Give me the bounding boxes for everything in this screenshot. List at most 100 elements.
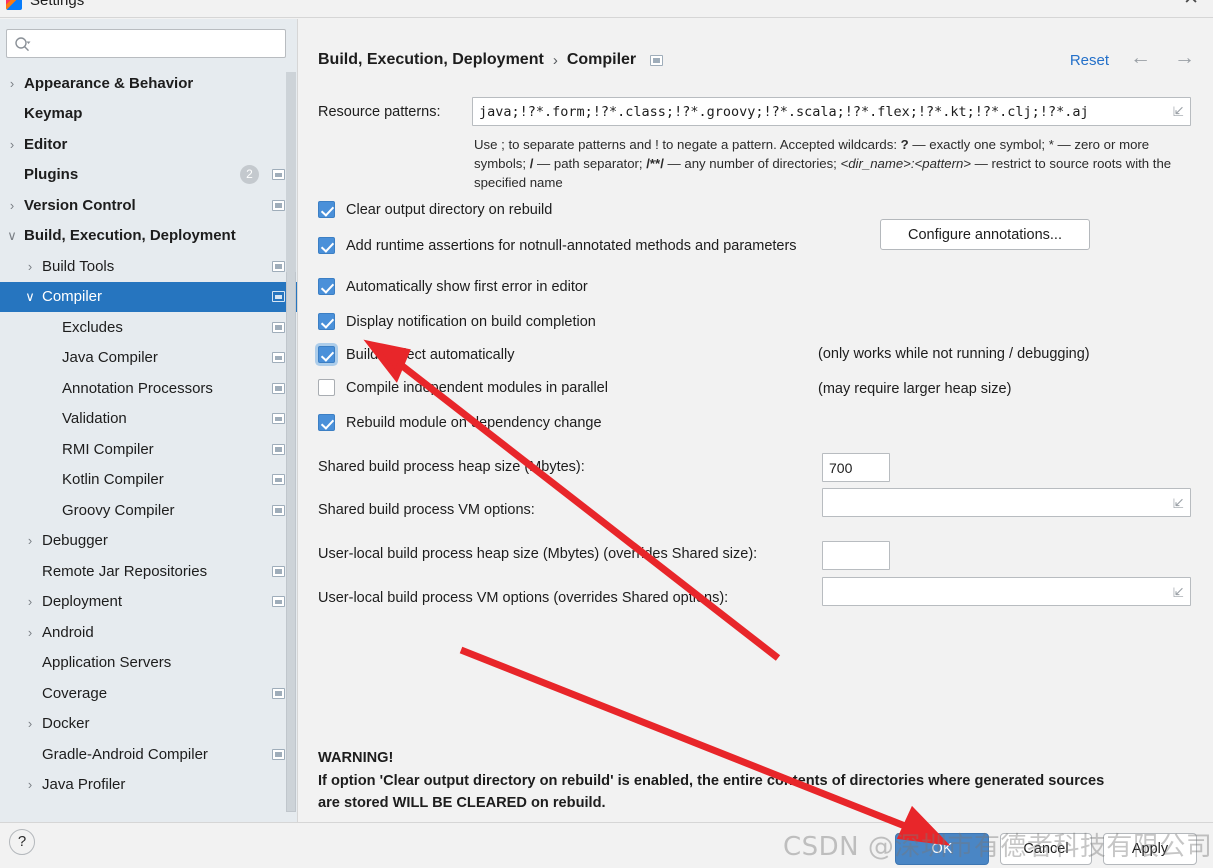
sidebar-item-validation[interactable]: Validation bbox=[0, 404, 297, 435]
sidebar-item-gradle-android-compiler[interactable]: Gradle-Android Compiler bbox=[0, 739, 297, 770]
resource-patterns-input[interactable] bbox=[472, 97, 1191, 126]
checkbox-row-compile-independent-modules-in-parallel[interactable]: Compile independent modules in parallel bbox=[318, 379, 608, 396]
checkbox-row-add-runtime-assertions-for-notnull-annotated-methods-and-parameters[interactable]: Add runtime assertions for notnull-annot… bbox=[318, 237, 797, 254]
project-scope-icon[interactable] bbox=[272, 748, 285, 760]
reset-link[interactable]: Reset bbox=[1070, 52, 1109, 69]
sidebar-item-java-profiler[interactable]: › Java Profiler bbox=[0, 770, 297, 801]
project-scope-icon[interactable] bbox=[272, 443, 285, 455]
sidebar-item-excludes[interactable]: Excludes bbox=[0, 312, 297, 343]
hint-text-5: — any number of directories; bbox=[663, 156, 841, 171]
sidebar-item-build-execution-deployment[interactable]: ∨ Build, Execution, Deployment bbox=[0, 221, 297, 252]
chevron-right-icon[interactable]: › bbox=[24, 260, 36, 273]
sidebar-item-android[interactable]: › Android bbox=[0, 617, 297, 648]
chevron-right-icon[interactable]: › bbox=[6, 77, 18, 90]
cancel-button[interactable]: Cancel bbox=[1000, 833, 1092, 865]
checkbox-row-rebuild-module-on-dependency-change[interactable]: Rebuild module on dependency change bbox=[318, 414, 602, 431]
chevron-right-icon[interactable]: › bbox=[24, 717, 36, 730]
project-scope-icon[interactable] bbox=[272, 413, 285, 425]
project-scope-icon[interactable] bbox=[272, 596, 285, 608]
chevron-down-icon[interactable]: ∨ bbox=[6, 229, 18, 242]
sidebar-item-label: Editor bbox=[24, 135, 68, 153]
sidebar-item-annotation-processors[interactable]: Annotation Processors bbox=[0, 373, 297, 404]
checkbox-checked-icon[interactable] bbox=[318, 237, 335, 254]
field-label-0: Shared build process heap size (Mbytes): bbox=[318, 459, 585, 475]
chevron-right-icon[interactable]: › bbox=[6, 138, 18, 151]
sidebar-scrollbar-thumb[interactable] bbox=[286, 72, 296, 272]
checkbox-row-build-project-automatically[interactable]: Build project automatically bbox=[318, 346, 514, 363]
project-scope-icon[interactable] bbox=[272, 291, 285, 303]
project-scope-icon[interactable] bbox=[272, 260, 285, 272]
hint-dirname-pattern: <dir_name>:<pattern> bbox=[840, 156, 972, 171]
sidebar-item-build-tools[interactable]: › Build Tools bbox=[0, 251, 297, 282]
project-scope-icon[interactable] bbox=[272, 199, 285, 211]
forward-arrow-icon[interactable]: → bbox=[1174, 47, 1195, 69]
build-auto-note: (only works while not running / debuggin… bbox=[818, 346, 1090, 362]
sidebar-item-deployment[interactable]: › Deployment bbox=[0, 587, 297, 618]
project-scope-icon[interactable] bbox=[272, 687, 285, 699]
checkbox-label: Automatically show first error in editor bbox=[346, 278, 588, 295]
sidebar-item-keymap[interactable]: Keymap bbox=[0, 99, 297, 130]
chevron-right-icon[interactable]: › bbox=[24, 534, 36, 547]
ok-button[interactable]: OK bbox=[895, 833, 989, 865]
chevron-right-icon[interactable]: › bbox=[24, 595, 36, 608]
checkbox-row-display-notification-on-build-completion[interactable]: Display notification on build completion bbox=[318, 313, 596, 330]
chevron-right-icon[interactable]: › bbox=[6, 199, 18, 212]
search-input[interactable] bbox=[37, 31, 282, 56]
sidebar-item-appearance-behavior[interactable]: › Appearance & Behavior bbox=[0, 68, 297, 99]
sidebar-item-kotlin-compiler[interactable]: Kotlin Compiler bbox=[0, 465, 297, 496]
settings-tree[interactable]: › Appearance & Behavior Keymap › Editor Plugi… bbox=[0, 68, 297, 822]
warning-line-2: are stored WILL BE CLEARED on rebuild. bbox=[318, 795, 606, 811]
project-scope-icon[interactable] bbox=[272, 565, 285, 577]
project-scope-icon[interactable] bbox=[272, 169, 285, 181]
checkbox-checked-icon[interactable] bbox=[318, 414, 335, 431]
sidebar-item-version-control[interactable]: › Version Control bbox=[0, 190, 297, 221]
dialog-footer: ? OK Cancel Apply bbox=[0, 822, 1213, 868]
warning-line-1: If option 'Clear output directory on reb… bbox=[318, 772, 1105, 789]
window-title: Settings bbox=[30, 0, 85, 9]
sidebar-item-debugger[interactable]: › Debugger bbox=[0, 526, 297, 557]
search-box[interactable] bbox=[6, 29, 286, 58]
back-arrow-icon[interactable]: ← bbox=[1130, 47, 1151, 69]
project-scope-icon[interactable] bbox=[272, 321, 285, 333]
sidebar-item-groovy-compiler[interactable]: Groovy Compiler bbox=[0, 495, 297, 526]
plugins-update-badge: 2 bbox=[240, 165, 259, 185]
field-input-0[interactable] bbox=[822, 453, 890, 482]
project-scope-icon[interactable] bbox=[272, 474, 285, 486]
chevron-right-icon[interactable]: › bbox=[24, 626, 36, 639]
sidebar-item-application-servers[interactable]: Application Servers bbox=[0, 648, 297, 679]
sidebar-item-plugins[interactable]: Plugins 2 bbox=[0, 160, 297, 191]
sidebar-item-label: Java Profiler bbox=[42, 776, 126, 794]
checkbox-checked-icon[interactable] bbox=[318, 313, 335, 330]
hint-text-4: — path separator; bbox=[533, 156, 647, 171]
help-button[interactable]: ? bbox=[9, 829, 35, 855]
project-scope-icon[interactable] bbox=[272, 382, 285, 394]
field-input-1[interactable] bbox=[822, 488, 1191, 517]
apply-button[interactable]: Apply bbox=[1103, 833, 1197, 865]
chevron-down-icon[interactable]: ∨ bbox=[24, 290, 36, 303]
checkbox-checked-icon[interactable] bbox=[318, 278, 335, 295]
checkbox-unchecked-icon[interactable] bbox=[318, 379, 335, 396]
sidebar-item-coverage[interactable]: Coverage bbox=[0, 678, 297, 709]
configure-annotations-button[interactable]: Configure annotations... bbox=[880, 219, 1090, 250]
field-input-2[interactable] bbox=[822, 541, 890, 570]
breadcrumb-root[interactable]: Build, Execution, Deployment bbox=[318, 51, 544, 69]
chevron-right-icon[interactable]: › bbox=[24, 778, 36, 791]
sidebar-item-java-compiler[interactable]: Java Compiler bbox=[0, 343, 297, 374]
sidebar-item-compiler[interactable]: ∨ Compiler bbox=[0, 281, 297, 312]
checkbox-checked-icon[interactable] bbox=[318, 346, 335, 363]
sidebar-item-rmi-compiler[interactable]: RMI Compiler bbox=[0, 434, 297, 465]
project-scope-icon[interactable] bbox=[650, 54, 664, 66]
title-bar: Settings ✕ bbox=[0, 0, 1213, 18]
sidebar-item-remote-jar-repositories[interactable]: Remote Jar Repositories bbox=[0, 556, 297, 587]
checkbox-checked-icon[interactable] bbox=[318, 201, 335, 218]
project-scope-icon[interactable] bbox=[272, 504, 285, 516]
sidebar-item-docker[interactable]: › Docker bbox=[0, 709, 297, 740]
field-input-3[interactable] bbox=[822, 577, 1191, 606]
sidebar-item-label: Validation bbox=[62, 410, 127, 428]
checkbox-row-clear-output-directory-on-rebuild[interactable]: Clear output directory on rebuild bbox=[318, 201, 552, 218]
sidebar-item-editor[interactable]: › Editor bbox=[0, 129, 297, 160]
close-icon[interactable]: ✕ bbox=[1183, 0, 1199, 9]
checkbox-row-automatically-show-first-error-in-editor[interactable]: Automatically show first error in editor bbox=[318, 278, 588, 295]
project-scope-icon[interactable] bbox=[272, 352, 285, 364]
checkbox-label: Rebuild module on dependency change bbox=[346, 414, 602, 431]
